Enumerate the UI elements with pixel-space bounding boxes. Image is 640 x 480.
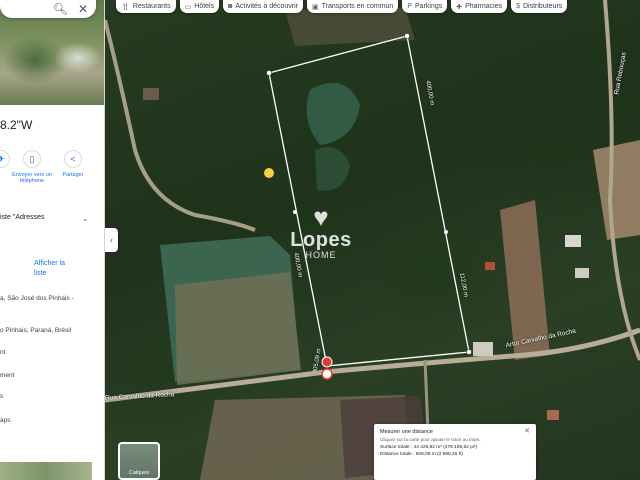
place-panel: 🔍︎ ✕ 8.2"W ✈ ▯ Envoyer vers un téléphone… [0, 0, 105, 480]
building [575, 268, 589, 278]
chip-activities[interactable]: ◙ Activités à découvrir [223, 0, 303, 13]
action-label: Partager [62, 172, 84, 178]
location-dot[interactable] [264, 168, 274, 178]
camera-icon: ◙ [228, 3, 233, 10]
address-line: aps [0, 417, 11, 424]
end-marker[interactable] [321, 368, 333, 380]
layers-label: Calques [128, 470, 150, 476]
share-icon: < [64, 150, 82, 168]
chip-parking[interactable]: P Parkings [402, 0, 448, 13]
building [547, 410, 559, 420]
measure-vertex[interactable] [404, 33, 410, 39]
address-line: a, São José dos Pinhais - [0, 295, 74, 302]
search-icon[interactable]: 🔍︎ [53, 2, 68, 16]
heart-icon: ♥ [313, 202, 329, 232]
measure-midpoint[interactable] [444, 230, 448, 234]
chip-atm[interactable]: $ Distributeurs [511, 0, 568, 13]
chip-label: Transports en commun [321, 3, 394, 10]
building [143, 88, 159, 100]
watermark-sub: HOME [305, 250, 337, 260]
address-line: o Pinhais, Paraná, Brésil [0, 327, 72, 334]
measure-vertex[interactable] [466, 349, 472, 355]
pond [306, 82, 360, 145]
pond-lower [315, 147, 350, 191]
close-icon[interactable]: ✕ [524, 427, 530, 435]
measure-distance-card: ✕ Mesurer une distance Cliquez sur la ca… [374, 424, 536, 480]
chip-transit[interactable]: ▣ Transports en commun [306, 0, 399, 13]
phone-icon: ▯ [23, 150, 41, 168]
measure-vertex[interactable] [266, 70, 272, 76]
atm-icon: $ [516, 3, 520, 10]
map-canvas [105, 0, 640, 480]
measure-polygon [268, 35, 470, 367]
building [485, 262, 495, 270]
measure-title: Mesurer une distance [380, 429, 433, 435]
chip-pharmacies[interactable]: ✚ Pharmacies [451, 0, 508, 13]
chip-label: Distributeurs [522, 3, 563, 10]
chip-restaurants[interactable]: 🍴︎ Restaurants [116, 0, 176, 13]
bus-icon: ▣ [311, 3, 319, 11]
pharmacy-icon: ✚ [456, 3, 463, 11]
watermark: ♥ Lopes HOME [283, 204, 359, 260]
chevron-left-icon: ‹ [110, 235, 113, 245]
field-plowed [175, 272, 301, 385]
action-row: ✈ ▯ Envoyer vers un téléphone < Partager [0, 150, 104, 190]
field-east [593, 140, 640, 240]
chip-label: Restaurants [132, 3, 171, 10]
restaurant-icon: 🍴︎ [121, 3, 130, 11]
measure-distance: Distance totale : 905,09 m (2 969,46 ft) [380, 452, 463, 457]
address-line: ment [0, 372, 15, 379]
chip-label: Activités à découvrir [235, 3, 298, 10]
parking-icon: P [407, 3, 412, 10]
chip-label: Hôtels [194, 3, 215, 10]
collapse-panel-button[interactable]: ‹ [105, 228, 118, 252]
plane-icon: ✈ [0, 150, 10, 168]
search-bar[interactable]: 🔍︎ ✕ [0, 0, 96, 18]
chip-label: Pharmacies [465, 3, 503, 10]
chip-hotels[interactable]: ▭ Hôtels [179, 0, 220, 13]
coordinates: 8.2"W [0, 118, 33, 132]
road-west [105, 19, 256, 232]
chip-label: Parkings [415, 3, 443, 10]
start-marker[interactable] [321, 356, 333, 368]
hotel-icon: ▭ [184, 3, 192, 11]
action-send-to-phone[interactable]: ▯ Envoyer vers un téléphone [12, 150, 52, 184]
close-icon[interactable]: ✕ [78, 2, 88, 16]
show-list-link[interactable]: Afficher la liste [34, 259, 74, 279]
measure-hint: Cliquez sur la carte pour ajouter le tra… [380, 437, 481, 442]
satellite-map[interactable]: 400,00 m 400,00 m 112,00 m 905,09 m Rua … [105, 0, 640, 480]
address-line: s [0, 393, 4, 400]
building [473, 342, 493, 356]
action-directions[interactable]: ✈ [0, 150, 10, 172]
photo-thumbnail[interactable] [0, 462, 92, 480]
action-share[interactable]: < Partager [56, 150, 90, 178]
chevron-down-icon[interactable]: ⌄ [82, 214, 89, 223]
action-label: Envoyer vers un téléphone [12, 172, 52, 184]
watermark-brand: Lopes [290, 229, 352, 251]
saved-list-label[interactable]: iste "Adresses [0, 214, 45, 221]
building [565, 235, 581, 247]
address-line: nt [0, 349, 6, 356]
layers-button[interactable]: Calques [118, 442, 160, 480]
measure-area: Surface totale : 44 425,82 m² (478 195,5… [380, 445, 478, 450]
category-chips: 🍴︎ Restaurants ▭ Hôtels ◙ Activités à décou… [116, 0, 640, 14]
